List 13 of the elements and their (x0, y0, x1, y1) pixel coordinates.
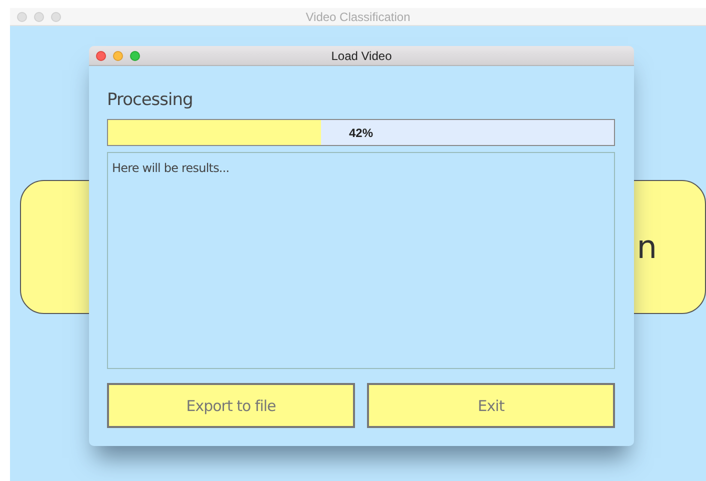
results-field[interactable]: Here will be results... (107, 152, 615, 369)
zoom-icon[interactable] (51, 12, 61, 22)
dialog-title: Load Video (331, 48, 392, 62)
button-label: n (636, 231, 657, 263)
export-button[interactable]: Export to file (107, 383, 355, 428)
close-icon[interactable] (96, 50, 106, 60)
window-title: Video Classification (306, 10, 410, 24)
zoom-icon[interactable] (130, 50, 140, 60)
progress-reading: 42% (348, 126, 374, 140)
exit-button[interactable]: Exit (367, 383, 615, 428)
processing-heading: Processing (107, 90, 193, 110)
minimize-icon[interactable] (113, 50, 123, 60)
minimize-icon[interactable] (34, 12, 44, 22)
